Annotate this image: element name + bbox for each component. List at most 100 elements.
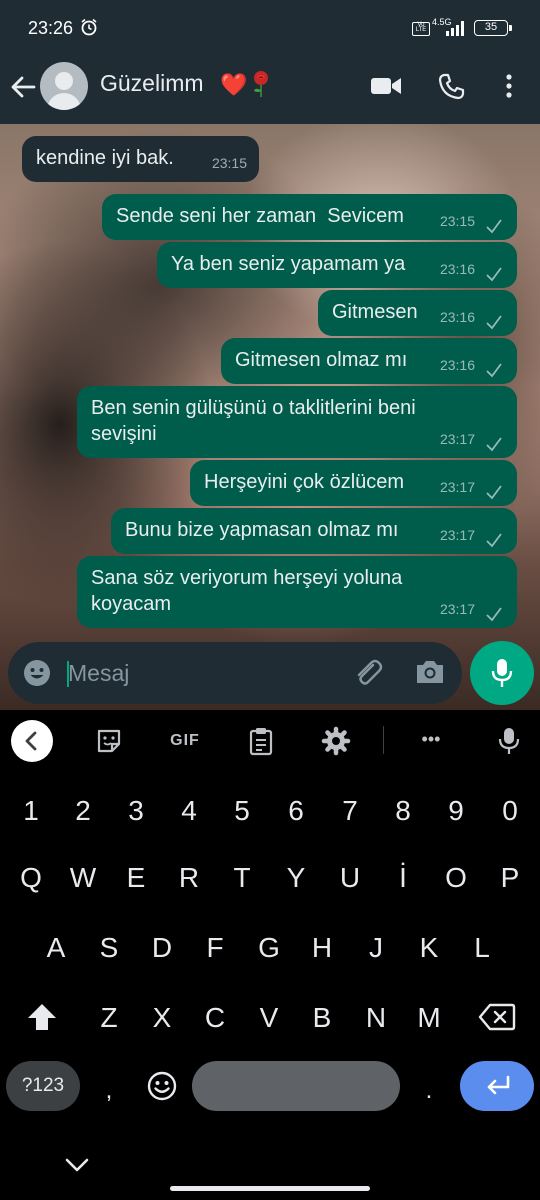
key-r[interactable]: R — [166, 853, 212, 903]
emoji-key-icon[interactable] — [146, 1070, 178, 1102]
shift-key-icon[interactable] — [25, 1000, 59, 1034]
key-v[interactable]: V — [246, 993, 292, 1043]
message-time: 23:16 — [439, 357, 475, 373]
sent-tick-icon — [486, 533, 502, 548]
hide-keyboard-icon[interactable] — [64, 1156, 90, 1174]
key-t[interactable]: T — [219, 853, 265, 903]
message-time: 23:17 — [439, 479, 475, 495]
key-e[interactable]: E — [113, 853, 159, 903]
gif-button[interactable]: GIF — [165, 726, 205, 756]
settings-icon[interactable] — [321, 726, 351, 756]
key-1[interactable]: 1 — [8, 786, 54, 836]
message-outgoing[interactable]: Gitmesen 23:16 — [318, 290, 517, 336]
message-outgoing[interactable]: Herşeyini çok özlücem 23:17 — [190, 460, 517, 506]
key-f[interactable]: F — [192, 923, 238, 973]
key-0[interactable]: 0 — [487, 786, 533, 836]
back-arrow-icon[interactable] — [8, 72, 38, 102]
key-l[interactable]: L — [459, 923, 505, 973]
status-bar: 23:26 Vo LTE 4.5G 35 — [0, 0, 540, 56]
key-d[interactable]: D — [139, 923, 185, 973]
key-comma[interactable]: , — [86, 1066, 132, 1116]
message-outgoing[interactable]: Bunu bize yapmasan olmaz mı 23:17 — [111, 508, 517, 554]
voice-message-button[interactable] — [470, 641, 534, 705]
message-outgoing[interactable]: Gitmesen olmaz mı 23:16 — [221, 338, 517, 384]
symbols-key[interactable]: ?123 — [6, 1061, 80, 1111]
sticker-icon[interactable] — [94, 726, 124, 756]
key-a[interactable]: A — [33, 923, 79, 973]
contact-name[interactable]: Güzelimm — [100, 70, 204, 97]
message-text: Gitmesen — [332, 301, 418, 323]
message-text: Sana söz veriyorum herşeyi yoluna koyaca… — [91, 567, 403, 615]
key-n[interactable]: N — [353, 993, 399, 1043]
backspace-key-icon[interactable] — [478, 1002, 516, 1032]
message-text: Gitmesen olmaz mı — [235, 349, 408, 371]
sent-tick-icon — [486, 485, 502, 500]
message-outgoing[interactable]: Ben senin gülüşünü o taklitlerini beni s… — [77, 386, 517, 458]
enter-arrow-icon — [487, 1075, 510, 1095]
alarm-icon — [81, 18, 97, 36]
message-input[interactable] — [68, 654, 338, 692]
status-time: 23:26 — [28, 18, 74, 38]
heart-icon: ❤️ — [220, 72, 248, 97]
message-text: Bunu bize yapmasan olmaz mı — [125, 519, 399, 541]
video-call-icon[interactable] — [370, 74, 402, 98]
key-h[interactable]: H — [299, 923, 345, 973]
chat-header: Güzelimm ❤️ — [0, 56, 540, 124]
key-c[interactable]: C — [192, 993, 238, 1043]
key-4[interactable]: 4 — [166, 786, 212, 836]
key-9[interactable]: 9 — [433, 786, 479, 836]
key-2[interactable]: 2 — [60, 786, 106, 836]
key-5[interactable]: 5 — [219, 786, 265, 836]
message-time: 23:17 — [439, 527, 475, 543]
chevron-left-icon — [25, 731, 37, 751]
voice-input-icon[interactable] — [494, 726, 524, 756]
key-g[interactable]: G — [246, 923, 292, 973]
key-b[interactable]: B — [299, 993, 345, 1043]
message-time: 23:16 — [439, 309, 475, 325]
message-composer — [8, 642, 462, 704]
key-k[interactable]: K — [406, 923, 452, 973]
sent-tick-icon — [486, 607, 502, 622]
key-3[interactable]: 3 — [113, 786, 159, 836]
message-outgoing[interactable]: Ya ben seniz yapamam ya 23:16 — [157, 242, 517, 288]
message-text: Ya ben seniz yapamam ya — [171, 253, 406, 275]
clipboard-icon[interactable] — [246, 726, 276, 756]
emoji-icon[interactable] — [22, 658, 52, 688]
avatar[interactable] — [40, 62, 88, 110]
key-u[interactable]: U — [327, 853, 373, 903]
phone-icon[interactable] — [438, 72, 466, 100]
message-text: Ben senin gülüşünü o taklitlerini beni s… — [91, 397, 416, 445]
message-time: 23:17 — [439, 431, 475, 447]
key-p[interactable]: P — [487, 853, 533, 903]
enter-key[interactable] — [460, 1061, 534, 1111]
home-indicator[interactable] — [170, 1186, 370, 1191]
more-icon[interactable]: ••• — [411, 726, 451, 756]
more-menu-icon[interactable] — [502, 72, 516, 100]
attach-icon[interactable] — [353, 657, 383, 689]
key-x[interactable]: X — [139, 993, 185, 1043]
keyboard-toolbar: GIF ••• — [0, 710, 540, 772]
message-time: 23:16 — [439, 261, 475, 277]
message-text: Sende seni her zaman Sevicem — [116, 205, 404, 227]
key-w[interactable]: W — [60, 853, 106, 903]
key-i-dotted[interactable]: İ — [380, 853, 426, 903]
key-o[interactable]: O — [433, 853, 479, 903]
message-outgoing[interactable]: Sana söz veriyorum herşeyi yoluna koyaca… — [77, 556, 517, 628]
space-key[interactable] — [192, 1061, 400, 1111]
key-8[interactable]: 8 — [380, 786, 426, 836]
message-outgoing[interactable]: Sende seni her zaman Sevicem 23:15 — [102, 194, 517, 240]
key-7[interactable]: 7 — [327, 786, 373, 836]
collapse-toolbar-button[interactable] — [11, 720, 53, 762]
toolbar-divider — [383, 726, 384, 754]
key-j[interactable]: J — [353, 923, 399, 973]
camera-icon[interactable] — [414, 657, 446, 687]
key-y[interactable]: Y — [273, 853, 319, 903]
key-m[interactable]: M — [406, 993, 452, 1043]
key-period[interactable]: . — [406, 1066, 452, 1116]
key-q[interactable]: Q — [8, 853, 54, 903]
message-incoming[interactable]: kendine iyi bak. 23:15 — [22, 136, 259, 182]
sent-tick-icon — [486, 219, 502, 234]
key-6[interactable]: 6 — [273, 786, 319, 836]
key-z[interactable]: Z — [86, 993, 132, 1043]
key-s[interactable]: S — [86, 923, 132, 973]
